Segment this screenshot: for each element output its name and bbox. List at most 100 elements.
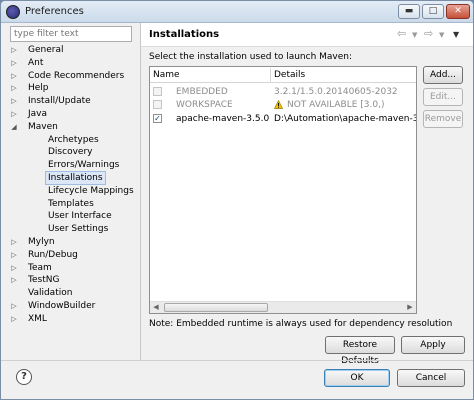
collapse-arrow-icon[interactable]: ◢	[10, 121, 18, 134]
expand-arrow-icon[interactable]: ▷	[10, 236, 18, 249]
tree-item-label: Lifecycle Mappings	[48, 185, 134, 196]
table-row[interactable]: ✓ apache-maven-3.5.0 D:\Automation\apach…	[150, 112, 416, 126]
tree-item-label: User Settings	[48, 224, 109, 235]
tree-item[interactable]: User Interface	[10, 210, 134, 223]
tree-item[interactable]: Discovery	[10, 146, 134, 159]
table-header: Name Details	[150, 67, 416, 83]
forward-arrow-icon[interactable]: ⇨	[424, 27, 433, 40]
tree-item-label: User Interface	[48, 211, 112, 222]
footer-separator	[1, 360, 473, 361]
expand-arrow-icon[interactable]: ▷	[10, 300, 18, 313]
minimize-button[interactable]: ▬	[398, 4, 420, 19]
ok-button[interactable]: OK	[324, 369, 390, 387]
expand-arrow-icon[interactable]: ▷	[10, 274, 18, 287]
tree-item[interactable]: ◢ Maven	[10, 121, 134, 134]
scroll-right-icon[interactable]: ▶	[404, 302, 416, 313]
tree-item-label: Help	[28, 83, 49, 94]
expand-arrow-icon[interactable]: ▷	[10, 44, 18, 57]
filter-input[interactable]	[10, 26, 132, 42]
add-button[interactable]: Add...	[423, 66, 463, 84]
installation-name: WORKSPACE	[176, 100, 233, 110]
tree-item[interactable]: ▷ General	[10, 44, 134, 57]
minimize-icon: ▬	[404, 6, 414, 16]
installations-table: Name Details EMBEDDED 3.2.1/1.5.0.201406…	[149, 66, 417, 314]
tree-item-label: Discovery	[48, 147, 93, 158]
tree-item[interactable]: ▷ XML	[10, 313, 134, 326]
tree-item-label: Team	[28, 262, 52, 273]
tree-item[interactable]: Archetypes	[10, 134, 134, 147]
tree-item-label: Templates	[48, 198, 94, 209]
tree-item-label: Validation	[28, 288, 73, 299]
tree-item[interactable]: ▷ WindowBuilder	[10, 300, 134, 313]
restore-defaults-button[interactable]: Restore Defaults	[325, 336, 395, 366]
expand-arrow-icon[interactable]: ▷	[10, 82, 18, 95]
cancel-button[interactable]: Cancel	[397, 369, 465, 387]
tree-item[interactable]: User Settings	[10, 223, 134, 236]
horizontal-scrollbar[interactable]: ◀ ▶	[150, 301, 416, 313]
tree-item-label: Installations	[45, 171, 106, 185]
row-checkbox[interactable]	[153, 87, 162, 96]
warning-icon	[274, 100, 283, 109]
edit-button[interactable]: Edit...	[423, 88, 463, 106]
tree-item-label: Run/Debug	[28, 249, 78, 260]
tree-item-label: WindowBuilder	[28, 301, 96, 311]
instruction-text: Select the installation used to launch M…	[149, 52, 353, 62]
tree-item-label: Java	[28, 109, 48, 119]
table-row[interactable]: WORKSPACE NOT AVAILABLE [3.0,)	[150, 98, 416, 112]
close-icon: ✕	[454, 6, 462, 16]
help-icon[interactable]: ?	[16, 369, 32, 385]
tree-item[interactable]: ▷ Team	[10, 262, 134, 275]
forward-dropdown-icon[interactable]: ▼	[439, 31, 444, 39]
scrollbar-thumb[interactable]	[164, 303, 268, 312]
column-header-details[interactable]: Details	[274, 70, 305, 80]
window-title: Preferences	[25, 6, 84, 17]
tree-item-label: Maven	[28, 121, 58, 132]
tree-item-label: TestNG	[28, 275, 60, 286]
expand-arrow-icon[interactable]: ▷	[10, 95, 18, 108]
expand-arrow-icon[interactable]: ▷	[10, 108, 18, 121]
remove-button[interactable]: Remove	[423, 110, 463, 128]
expand-arrow-icon[interactable]: ▷	[10, 249, 18, 262]
tree-item[interactable]: Validation	[10, 287, 134, 300]
page-title: Installations	[149, 29, 220, 40]
tree-item[interactable]: ▷ Install/Update	[10, 95, 134, 108]
row-checkbox[interactable]	[153, 100, 162, 109]
maximize-icon: □	[428, 6, 438, 16]
expand-arrow-icon[interactable]: ▷	[10, 70, 18, 83]
installation-name: apache-maven-3.5.0	[176, 114, 270, 124]
title-bar[interactable]: Preferences ▬ □ ✕	[1, 1, 473, 23]
tree-item[interactable]: ▷ Run/Debug	[10, 249, 134, 262]
pane-divider[interactable]	[140, 23, 141, 360]
column-header-name[interactable]: Name	[153, 70, 180, 80]
tree-item-label: Ant	[28, 57, 44, 68]
tree-item[interactable]: Installations	[10, 171, 134, 185]
row-checkbox[interactable]: ✓	[153, 114, 162, 123]
table-row[interactable]: EMBEDDED 3.2.1/1.5.0.20140605-2032	[150, 85, 416, 99]
tree-item[interactable]: ▷ Ant	[10, 57, 134, 70]
back-dropdown-icon[interactable]: ▼	[412, 31, 417, 39]
preferences-window: Preferences ▬ □ ✕ ▷ General ▷ Ant ▷ Code Reco…	[0, 0, 474, 400]
tree-item[interactable]: Lifecycle Mappings	[10, 185, 134, 198]
back-arrow-icon[interactable]: ⇦	[397, 27, 406, 40]
expand-arrow-icon[interactable]: ▷	[10, 313, 18, 326]
expand-arrow-icon[interactable]: ▷	[10, 262, 18, 275]
tree-item-label: XML	[28, 313, 47, 324]
tree-item[interactable]: ▷ Mylyn	[10, 236, 134, 249]
maximize-button[interactable]: □	[422, 4, 444, 19]
installation-details: NOT AVAILABLE [3.0,)	[287, 100, 385, 110]
tree-item[interactable]: Templates	[10, 198, 134, 211]
column-separator[interactable]	[270, 68, 271, 82]
tree-item[interactable]: ▷ TestNG	[10, 274, 134, 287]
installation-details: D:\Automation\apache-maven-3.5.0 3	[274, 114, 416, 124]
scroll-left-icon[interactable]: ◀	[150, 302, 162, 313]
installation-name: EMBEDDED	[176, 87, 228, 97]
apply-button[interactable]: Apply	[401, 336, 465, 354]
tree-item-label: Code Recommenders	[28, 70, 125, 81]
close-button[interactable]: ✕	[446, 4, 470, 19]
tree-item[interactable]: ▷ Help	[10, 82, 134, 95]
tree-item[interactable]: ▷ Java	[10, 108, 134, 121]
expand-arrow-icon[interactable]: ▷	[10, 57, 18, 70]
view-menu-icon[interactable]: ▼	[453, 30, 459, 39]
eclipse-app-icon	[6, 5, 20, 19]
tree-item[interactable]: ▷ Code Recommenders	[10, 70, 134, 83]
